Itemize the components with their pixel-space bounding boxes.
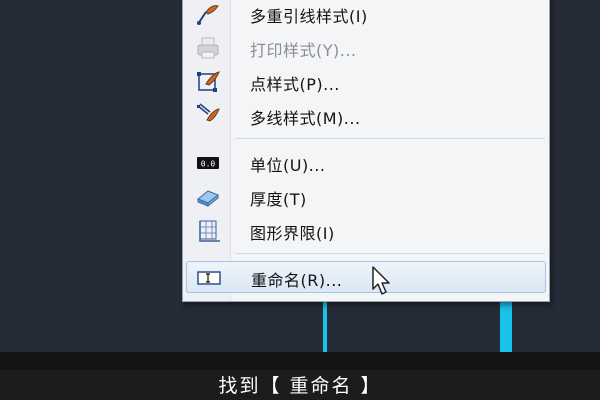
menu-item-label: 单位(U)... bbox=[250, 156, 326, 175]
menu-item-multiline-style[interactable]: 多线样式(M)... bbox=[186, 99, 546, 133]
menu-separator bbox=[235, 253, 545, 254]
print-style-icon bbox=[194, 34, 222, 62]
menu-item-label: 重命名(R)... bbox=[251, 271, 343, 290]
menu-separator bbox=[235, 138, 545, 139]
menu-item-label: 打印样式(Y)... bbox=[250, 41, 357, 60]
menu-item-rename[interactable]: 重命名(R)... bbox=[186, 261, 546, 293]
rename-icon bbox=[195, 264, 223, 292]
svg-text:0.0: 0.0 bbox=[201, 160, 216, 169]
multiline-style-icon bbox=[194, 102, 222, 130]
format-menu: 多重引线样式(I) 打印样式(Y)... 点样式(P)... 多线样式(M)..… bbox=[182, 0, 550, 302]
subtitle-text: 找到【 重命名 】 bbox=[218, 375, 382, 397]
menu-item-label: 多重引线样式(I) bbox=[250, 7, 368, 26]
thickness-icon bbox=[194, 183, 222, 211]
menu-item-label: 图形界限(I) bbox=[250, 224, 335, 243]
menu-item-label: 点样式(P)... bbox=[250, 75, 340, 94]
menu-item-label: 厚度(T) bbox=[250, 190, 307, 209]
drawing-line bbox=[500, 300, 512, 352]
units-icon: 0.0 bbox=[194, 149, 222, 177]
multileader-style-icon bbox=[194, 0, 222, 28]
subtitle-bar: 找到【 重命名 】 bbox=[0, 352, 600, 400]
subtitle-bar-stripe bbox=[0, 352, 600, 370]
point-style-icon bbox=[194, 68, 222, 96]
menu-item-drawing-limits[interactable]: 图形界限(I) bbox=[186, 214, 546, 248]
menu-item-units[interactable]: 0.0 单位(U)... bbox=[186, 146, 546, 180]
drawing-limits-icon bbox=[194, 217, 222, 245]
menu-item-point-style[interactable]: 点样式(P)... bbox=[186, 65, 546, 99]
drawing-line bbox=[323, 300, 327, 352]
menu-item-print-style[interactable]: 打印样式(Y)... bbox=[186, 31, 546, 65]
menu-item-label: 多线样式(M)... bbox=[250, 109, 361, 128]
menu-item-thickness[interactable]: 厚度(T) bbox=[186, 180, 546, 214]
mouse-cursor-icon bbox=[372, 266, 390, 295]
menu-item-multileader-style[interactable]: 多重引线样式(I) bbox=[186, 0, 546, 31]
